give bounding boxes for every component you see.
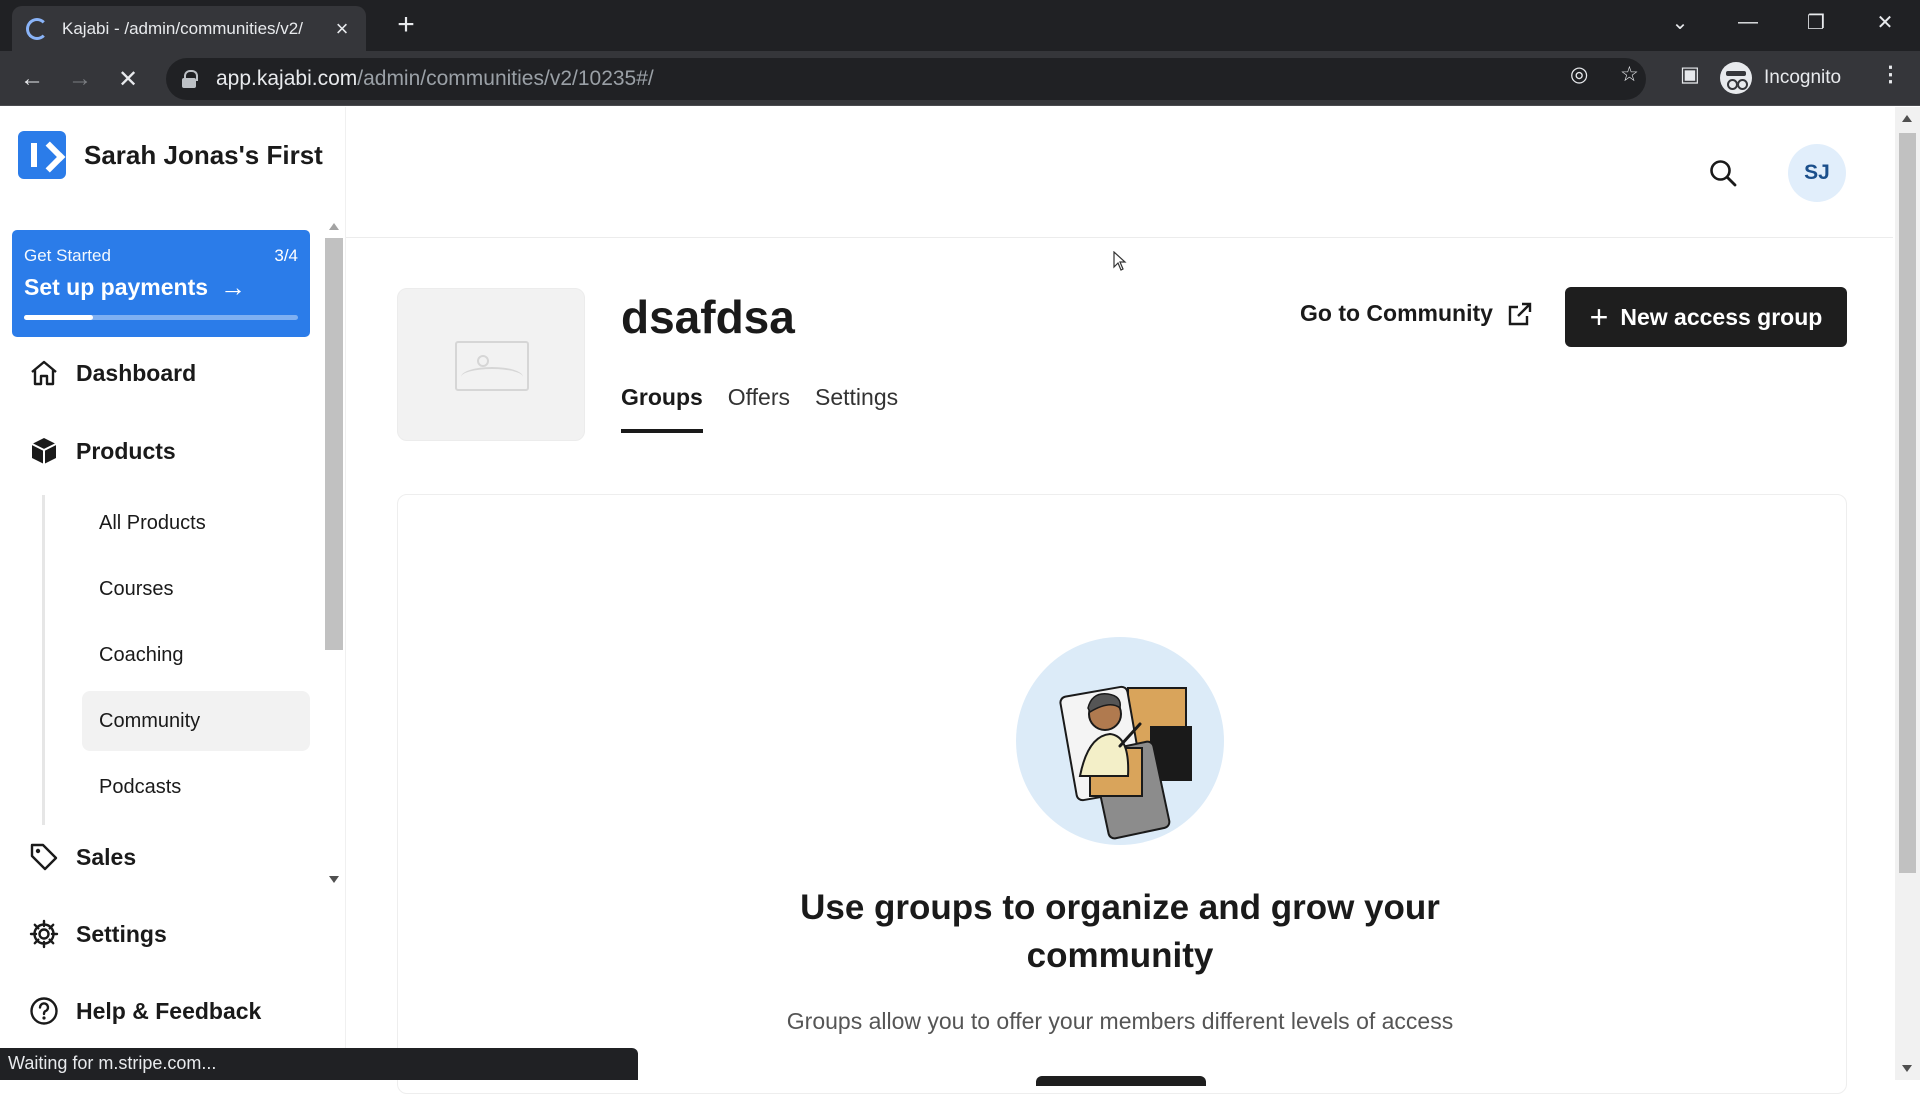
get-started-label: Get Started [24, 246, 111, 265]
restore-icon[interactable]: ❐ [1786, 0, 1846, 44]
external-link-icon [1508, 302, 1532, 325]
page-tabs: Groups Offers Settings [621, 384, 923, 433]
sidebar-item-help[interactable]: Help & Feedback [28, 995, 261, 1027]
forward-icon[interactable]: → [62, 61, 98, 97]
subitem-label: Courses [99, 577, 174, 600]
tag-icon [30, 843, 58, 871]
home-icon [31, 360, 57, 386]
mouse-cursor-icon [1113, 251, 1127, 271]
close-window-icon[interactable]: ✕ [1855, 0, 1915, 44]
tracking-protection-icon[interactable]: ◎ [1570, 62, 1588, 87]
sidebar-item-label: Dashboard [76, 359, 197, 386]
get-started-progress [24, 315, 298, 320]
gear-icon [29, 919, 59, 949]
new-access-group-label: New access group [1620, 303, 1823, 330]
sidebar-item-dashboard[interactable]: Dashboard [28, 357, 196, 389]
community-thumbnail [397, 288, 585, 441]
new-tab-icon[interactable]: + [390, 10, 422, 42]
plus-icon: + [1589, 299, 1609, 335]
stop-loading-icon[interactable]: ✕ [110, 61, 146, 97]
image-placeholder-icon [455, 341, 529, 391]
get-started-count: 3/4 [274, 246, 298, 265]
tab-search-icon[interactable]: ⌄ [1650, 0, 1710, 44]
address-bar: ← → ✕ app.kajabi.com/admin/communities/v… [0, 51, 1920, 106]
box-icon [31, 438, 57, 464]
sidebar-subitem-podcasts[interactable]: Podcasts [82, 757, 310, 817]
tab-groups[interactable]: Groups [621, 384, 703, 433]
bookmark-star-icon[interactable]: ☆ [1620, 62, 1639, 87]
subnav-line [42, 495, 45, 825]
scroll-down-icon[interactable] [329, 876, 339, 883]
sidebar-item-sales[interactable]: Sales [28, 841, 136, 873]
empty-state-title: Use groups to organize and grow your com… [800, 888, 1440, 975]
sidebar-item-label: Sales [76, 843, 137, 870]
tab-offers[interactable]: Offers [728, 384, 790, 433]
kajabi-logo-icon [18, 131, 66, 179]
incognito-badge[interactable]: Incognito [1720, 57, 1841, 99]
scroll-down-icon[interactable] [1902, 1065, 1912, 1072]
new-access-group-button[interactable]: + New access group [1565, 287, 1847, 347]
sidebar: Sarah Jonas's First Get Started 3/4 Set … [0, 107, 346, 1080]
tab-settings[interactable]: Settings [815, 384, 898, 433]
subitem-label: All Products [99, 511, 206, 534]
back-icon[interactable]: ← [14, 61, 50, 97]
sidebar-subitem-courses[interactable]: Courses [82, 559, 310, 619]
community-illustration-icon [1016, 637, 1224, 845]
empty-state-button[interactable] [1036, 1076, 1206, 1086]
incognito-icon [1720, 62, 1752, 94]
go-to-community-link[interactable]: Go to Community [1300, 300, 1533, 327]
sidebar-item-settings[interactable]: Settings [28, 918, 167, 950]
help-icon [30, 997, 58, 1025]
browser-menu-icon[interactable]: ⋮ [1880, 62, 1901, 87]
subitem-label: Community [99, 709, 201, 732]
arrow-right-icon: → [220, 272, 247, 302]
get-started-title: Set up payments [24, 274, 209, 300]
scrollbar-thumb[interactable] [325, 238, 343, 650]
search-icon[interactable] [1708, 158, 1738, 188]
status-bar: Waiting for m.stripe.com... [0, 1048, 638, 1080]
sidebar-subitem-all-products[interactable]: All Products [82, 493, 310, 553]
progress-fill [24, 315, 93, 320]
loading-spinner-icon [26, 17, 48, 40]
sidebar-scrollbar[interactable] [323, 223, 345, 883]
sidebar-subitem-community[interactable]: Community [82, 691, 310, 751]
lock-icon[interactable] [182, 70, 198, 88]
site-name: Sarah Jonas's First [84, 139, 323, 170]
url-field[interactable]: app.kajabi.com/admin/communities/v2/1023… [166, 58, 1646, 100]
browser-tab[interactable]: Kajabi - /admin/communities/v2/ × [12, 6, 366, 51]
tab-title: Kajabi - /admin/communities/v2/ [62, 18, 303, 38]
scrollbar-thumb[interactable] [1899, 133, 1916, 873]
scroll-up-icon[interactable] [329, 223, 339, 230]
main-scrollbar[interactable] [1895, 107, 1920, 1080]
get-started-card[interactable]: Get Started 3/4 Set up payments → [12, 230, 310, 337]
url-host: app.kajabi.com [216, 67, 358, 90]
sidebar-subitem-coaching[interactable]: Coaching [82, 625, 310, 685]
sidebar-item-label: Products [76, 437, 176, 464]
url-path: /admin/communities/v2/10235#/ [357, 67, 654, 90]
top-header [346, 107, 1893, 238]
minimize-icon[interactable]: — [1718, 0, 1778, 44]
side-panel-icon[interactable]: ▣ [1680, 62, 1700, 87]
sidebar-item-label: Help & Feedback [76, 997, 262, 1024]
sidebar-item-label: Settings [76, 920, 167, 947]
subitem-label: Podcasts [99, 775, 182, 798]
incognito-label: Incognito [1764, 67, 1842, 88]
subitem-label: Coaching [99, 643, 184, 666]
scroll-up-icon[interactable] [1902, 115, 1912, 122]
avatar[interactable]: SJ [1788, 144, 1846, 202]
browser-tab-bar: Kajabi - /admin/communities/v2/ × + ⌄ — … [0, 0, 1920, 51]
page-title: dsafdsa [621, 291, 795, 343]
brand[interactable]: Sarah Jonas's First [18, 131, 323, 179]
empty-state-subtitle: Groups allow you to offer your members d… [786, 1008, 1454, 1034]
go-to-community-label: Go to Community [1300, 300, 1493, 326]
sidebar-item-products[interactable]: Products [28, 435, 176, 467]
close-tab-icon[interactable]: × [332, 16, 352, 42]
